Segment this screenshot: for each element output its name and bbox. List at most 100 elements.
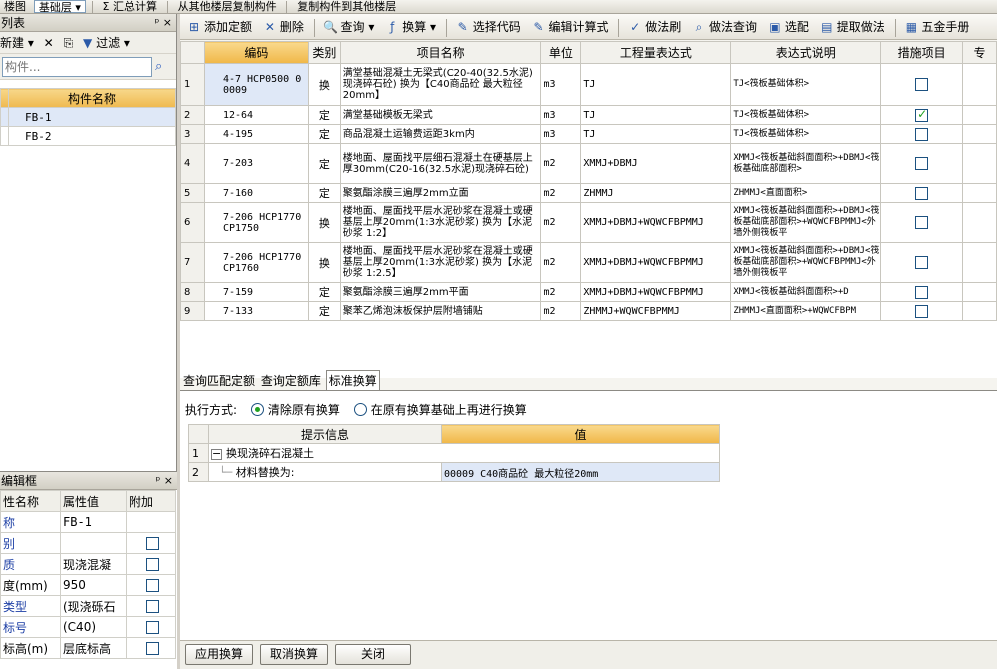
table-row[interactable]: 9 7-133 定聚苯乙烯泡沫板保护层附墙铺贴 m2 ZHMMJ+WQWCFBPMMJ Z… — [180, 301, 997, 321]
expression-cell[interactable]: XMMJ+DBMJ+WQWCFBPMMJ — [580, 282, 732, 302]
measure-item-checkbox[interactable] — [915, 285, 929, 299]
prop-value[interactable]: 现浇混凝 — [60, 553, 127, 575]
table-row[interactable]: 2 12-64 定满堂基础模板无梁式 m3 TJ TJ<筏板基础体积> — [180, 105, 997, 125]
table-row[interactable]: 2 └─ 材料替换为: 00009 C40商品砼 最大粒径20mm — [188, 462, 720, 482]
floor-select[interactable]: 基础层 ▾ — [33, 0, 86, 13]
category-cell[interactable]: 换 — [307, 242, 341, 283]
attach-checkbox[interactable] — [145, 558, 159, 571]
unit-cell[interactable]: m2 — [540, 183, 582, 203]
unit-cell[interactable]: m2 — [540, 202, 582, 243]
item-name-cell[interactable]: 楼地面、屋面找平层水泥砂浆在混凝土或硬基层上厚20mm(1:3水泥砂浆) 换为【… — [339, 242, 542, 283]
table-row[interactable]: 度(mm) 950 — [0, 574, 176, 596]
expression-desc-cell[interactable]: XMMJ<筏板基础斜面面积>+D — [730, 282, 882, 302]
item-name-cell[interactable]: 楼地面、屋面找平层细石混凝土在硬基层上厚30mm(C20-16(32.5水泥)现… — [339, 143, 542, 184]
category-cell[interactable]: 定 — [307, 282, 341, 302]
clear-existing-radio[interactable] — [250, 403, 264, 416]
edit-formula-button[interactable]: ✎ 编辑计算式 — [529, 15, 613, 39]
component-name[interactable]: FB-1 — [8, 107, 176, 127]
attach-checkbox[interactable] — [145, 537, 159, 550]
table-row[interactable]: 类型 (现浇砾石 — [0, 595, 176, 617]
expression-desc-header[interactable]: 表达式说明 — [730, 41, 882, 64]
specialty-cell[interactable] — [961, 183, 997, 203]
code-cell[interactable]: 7-160 — [203, 183, 309, 203]
category-cell[interactable]: 换 — [307, 63, 341, 106]
expression-cell[interactable]: XMMJ+DBMJ+WQWCFBPMMJ — [580, 242, 732, 283]
expression-desc-cell[interactable]: XMMJ<筏板基础斜面面积>+DBMJ<筏板基础底部面积> — [730, 143, 882, 184]
copy-to-floor-button[interactable]: 复制构件到其他楼层 — [293, 0, 400, 13]
measure-item-checkbox[interactable] — [915, 256, 929, 269]
expression-cell[interactable]: ZHMMJ — [580, 183, 732, 203]
code-cell[interactable]: 7-133 — [203, 301, 309, 321]
specialty-header[interactable]: 专 — [961, 41, 997, 64]
expression-desc-cell[interactable]: TJ<筏板基础体积> — [730, 124, 882, 144]
summary-calc-button[interactable]: Σ 汇总计算 — [99, 0, 161, 13]
append-conversion-radio[interactable] — [353, 403, 367, 416]
table-row[interactable]: FB-1 — [0, 107, 176, 127]
measure-item-checkbox[interactable] — [915, 216, 929, 229]
collapse-icon[interactable]: − — [211, 448, 222, 460]
unit-cell[interactable]: m2 — [540, 301, 582, 321]
category-cell[interactable]: 定 — [307, 301, 341, 321]
item-name-cell[interactable]: 满堂基础模板无梁式 — [339, 105, 542, 125]
table-row[interactable]: 5 7-160 定聚氨酯涂膜三遍厚2mm立面 m2 ZHMMJ ZHMMJ<直面面积> — [180, 183, 997, 203]
category-cell[interactable]: 定 — [307, 124, 341, 144]
method-query-button[interactable]: ⌕ 做法查询 — [689, 15, 761, 39]
match-button[interactable]: ▣ 选配 — [765, 15, 813, 39]
specialty-cell[interactable] — [961, 143, 997, 184]
unit-cell[interactable]: m3 — [540, 63, 582, 106]
table-row[interactable]: 1 4-7 HCP0500 0 0009 换满堂基础混凝土无梁式(C20-40(32… — [180, 63, 997, 106]
attach-checkbox[interactable] — [145, 642, 159, 655]
material-value[interactable]: 00009 C40商品砼 最大粒径20mm — [441, 462, 720, 482]
pin-close-icon[interactable]: ᵖ × — [155, 14, 172, 32]
expression-cell[interactable]: TJ — [580, 105, 732, 125]
prop-value[interactable]: 950 — [60, 574, 127, 596]
prop-value[interactable] — [60, 532, 127, 554]
item-name-cell[interactable]: 满堂基础混凝土无梁式(C20-40(32.5水泥)现浇碎石砼) 换为【C40商品… — [339, 63, 542, 106]
table-row[interactable]: 别 — [0, 532, 176, 554]
tab-query-quota-library[interactable]: 查询定额库 — [260, 371, 322, 391]
specialty-cell[interactable] — [961, 282, 997, 302]
prop-value[interactable]: FB-1 — [60, 511, 127, 533]
item-name-cell[interactable]: 聚氨酯涂膜三遍厚2mm立面 — [339, 183, 542, 203]
category-cell[interactable]: 定 — [307, 143, 341, 184]
expression-desc-cell[interactable]: ZHMMJ<直面面积> — [730, 183, 882, 203]
measure-item-checkbox[interactable] — [915, 157, 929, 170]
table-row[interactable]: 1 − 换现浇碎石混凝土 — [188, 443, 720, 463]
measure-item-checkbox[interactable] — [915, 78, 929, 91]
floor-plan-button[interactable]: 楼图 — [0, 0, 30, 13]
category-header[interactable]: 类别 — [307, 41, 341, 64]
expression-cell[interactable]: XMMJ+DBMJ+WQWCFBPMMJ — [580, 202, 732, 243]
code-cell[interactable]: 7-159 — [203, 282, 309, 302]
specialty-cell[interactable] — [961, 242, 997, 283]
attach-checkbox[interactable] — [145, 600, 159, 613]
hardware-manual-button[interactable]: ▦ 五金手册 — [901, 15, 973, 39]
specialty-cell[interactable] — [961, 301, 997, 321]
item-name-cell[interactable]: 聚苯乙烯泡沫板保护层附墙铺贴 — [339, 301, 542, 321]
attach-checkbox[interactable] — [145, 621, 159, 634]
filter-button[interactable]: ▼ 过滤 ▾ — [83, 36, 130, 50]
new-component-button[interactable]: 新建 ▾ — [0, 36, 34, 50]
unit-cell[interactable]: m2 — [540, 282, 582, 302]
attach-checkbox[interactable] — [145, 579, 159, 592]
code-cell[interactable]: 4-7 HCP0500 0 0009 — [203, 63, 309, 106]
extract-method-button[interactable]: ▤ 提取做法 — [817, 15, 889, 39]
measure-item-checkbox[interactable] — [915, 304, 929, 318]
expression-desc-cell[interactable]: XMMJ<筏板基础斜面面积>+DBMJ<筏板基础底部面积>+WQWCFBPMMJ… — [730, 242, 882, 283]
code-cell[interactable]: 7-206 HCP1770 CP1750 — [203, 202, 309, 243]
append-conversion-label[interactable]: 在原有换算基础上再进行换算 — [371, 403, 527, 417]
expression-cell[interactable]: XMMJ+DBMJ — [580, 143, 732, 184]
code-header[interactable]: 编码 — [203, 41, 309, 64]
code-cell[interactable]: 7-206 HCP1770 CP1760 — [203, 242, 309, 283]
specialty-cell[interactable] — [961, 63, 997, 106]
method-brush-button[interactable]: ✓ 做法刷 — [625, 15, 685, 39]
unit-cell[interactable]: m3 — [540, 105, 582, 125]
category-cell[interactable]: 定 — [307, 105, 341, 125]
code-cell[interactable]: 4-195 — [203, 124, 309, 144]
group-label-cell[interactable]: − 换现浇碎石混凝土 — [208, 443, 720, 463]
prop-value[interactable]: 层底标高 — [60, 637, 127, 659]
expression-desc-cell[interactable]: TJ<筏板基础体积> — [730, 105, 882, 125]
table-row[interactable]: FB-2 — [0, 126, 176, 146]
expression-header[interactable]: 工程量表达式 — [580, 41, 732, 64]
code-cell[interactable]: 7-203 — [203, 143, 309, 184]
specialty-cell[interactable] — [961, 124, 997, 144]
